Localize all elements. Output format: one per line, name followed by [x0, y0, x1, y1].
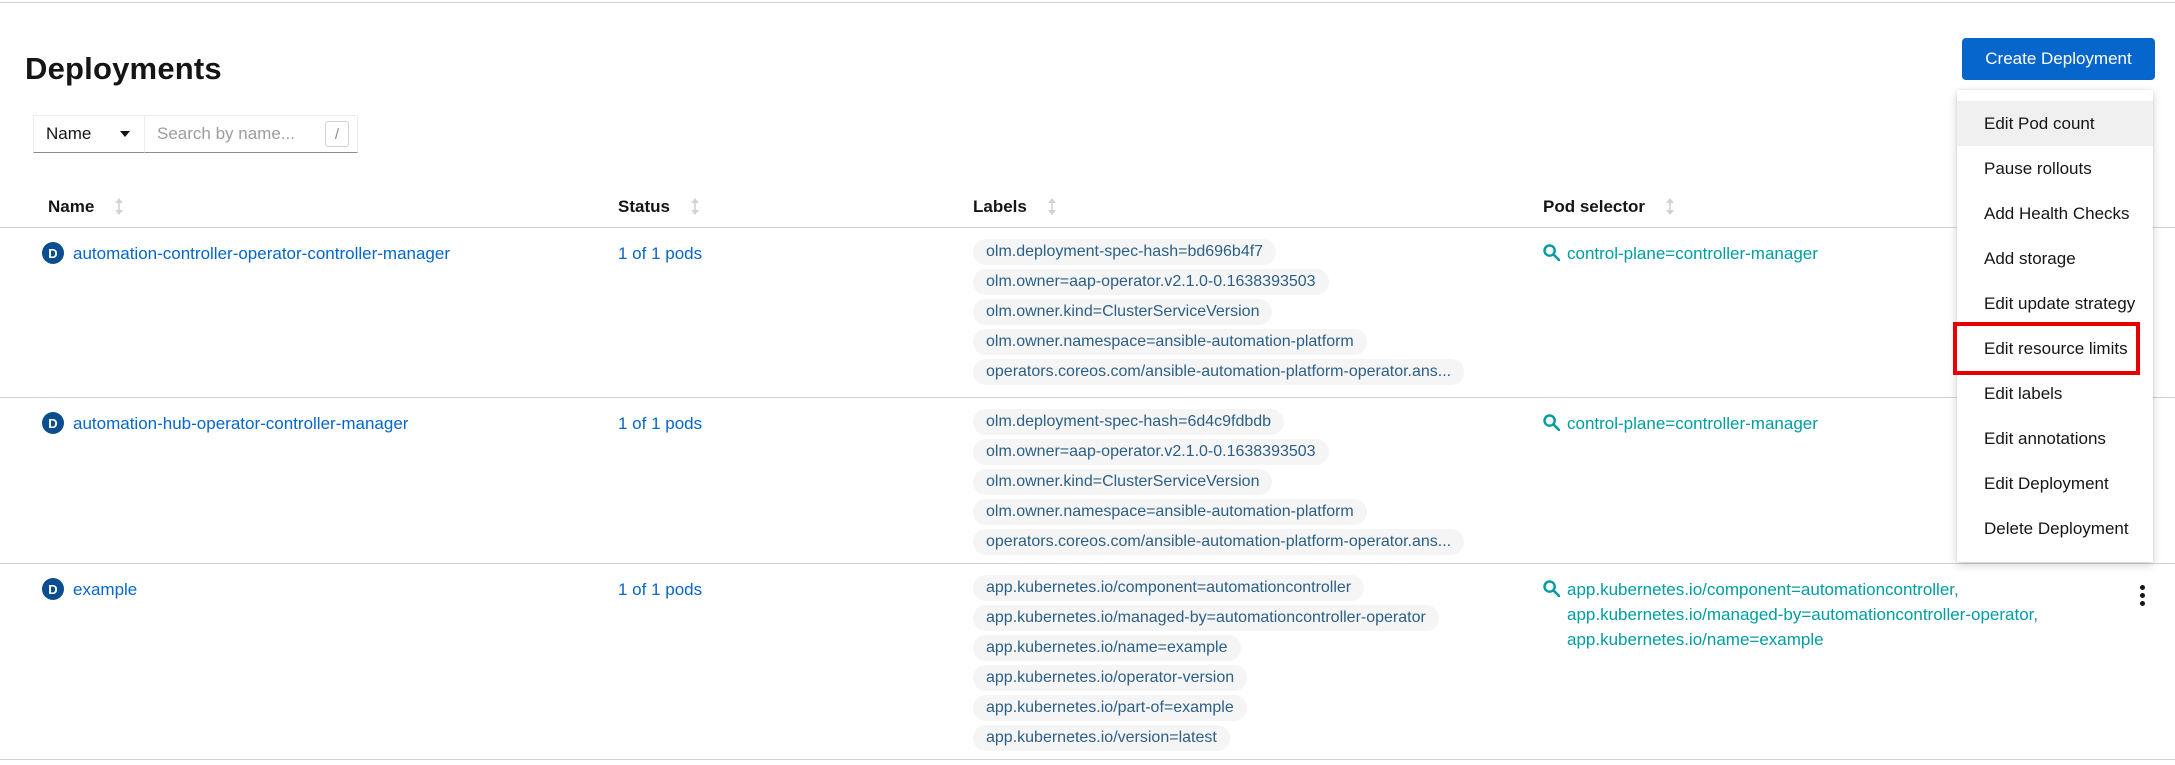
label-pill[interactable]: app.kubernetes.io/operator-version	[973, 665, 1247, 691]
pod-selector-line: app.kubernetes.io/component=automationco…	[1567, 577, 2038, 602]
pod-selector-line: control-plane=controller-manager	[1567, 411, 1818, 436]
pod-selector-line: control-plane=controller-manager	[1567, 241, 1818, 266]
menu-item-pause-rollouts[interactable]: Pause rollouts	[1957, 146, 2153, 191]
label-pill[interactable]: olm.owner.namespace=ansible-automation-p…	[973, 499, 1367, 525]
search-icon	[1543, 414, 1560, 431]
table-row: D automation-controller-operator-control…	[0, 228, 2175, 398]
sort-icon	[1665, 198, 1675, 215]
kebab-menu-icon[interactable]	[2134, 579, 2151, 612]
label-pill[interactable]: olm.deployment-spec-hash=6d4c9fdbdb	[973, 409, 1284, 435]
label-pill[interactable]: app.kubernetes.io/version=latest	[973, 725, 1230, 751]
label-pill[interactable]: olm.owner.kind=ClusterServiceVersion	[973, 299, 1272, 325]
sort-icon	[690, 198, 700, 215]
status-cell: 1 of 1 pods	[618, 241, 973, 266]
deployment-resource-icon: D	[42, 412, 64, 434]
label-pill[interactable]: app.kubernetes.io/component=automationco…	[973, 575, 1364, 601]
pod-selector-link[interactable]: control-plane=controller-manager	[1567, 411, 1818, 436]
column-header-status[interactable]: Status	[618, 197, 973, 217]
top-divider	[0, 2, 2175, 3]
table-header-row: Name Status Labels Pod selector	[0, 186, 2175, 228]
menu-item-edit-pod-count[interactable]: Edit Pod count	[1957, 101, 2153, 146]
table-row: D example 1 of 1 pods app.kubernetes.io/…	[0, 564, 2175, 760]
sort-icon	[1047, 198, 1057, 215]
pod-selector-cell: app.kubernetes.io/component=automationco…	[1543, 577, 2110, 652]
menu-item-edit-update-strategy[interactable]: Edit update strategy	[1957, 281, 2153, 326]
menu-item-add-storage[interactable]: Add storage	[1957, 236, 2153, 281]
search-icon	[1543, 244, 1560, 261]
deployments-table: Name Status Labels Pod selector D	[0, 186, 2175, 760]
deployment-name-link[interactable]: example	[73, 577, 137, 602]
filter-type-dropdown[interactable]: Name	[33, 115, 145, 153]
label-pill[interactable]: app.kubernetes.io/name=example	[973, 635, 1241, 661]
column-header-labels[interactable]: Labels	[973, 197, 1543, 217]
deployment-resource-icon: D	[42, 242, 64, 264]
label-pill[interactable]: operators.coreos.com/ansible-automation-…	[973, 359, 1464, 385]
keyboard-shortcut-badge: /	[325, 121, 349, 147]
label-pill[interactable]: operators.coreos.com/ansible-automation-…	[973, 529, 1464, 555]
menu-item-delete-deployment[interactable]: Delete Deployment	[1957, 506, 2153, 551]
table-body: D automation-controller-operator-control…	[0, 228, 2175, 760]
pod-selector-line: app.kubernetes.io/name=example	[1567, 627, 2038, 652]
label-pill[interactable]: olm.owner.kind=ClusterServiceVersion	[973, 469, 1272, 495]
filter-toolbar: Name /	[33, 115, 358, 153]
menu-item-edit-resource-limits[interactable]: Edit resource limits	[1957, 326, 2153, 371]
labels-cell: app.kubernetes.io/component=automationco…	[973, 575, 1543, 751]
name-cell: D automation-hub-operator-controller-man…	[0, 411, 618, 436]
menu-item-add-health-checks[interactable]: Add Health Checks	[1957, 191, 2153, 236]
search-icon	[1543, 580, 1560, 597]
pod-selector-line: app.kubernetes.io/managed-by=automationc…	[1567, 602, 2038, 627]
deployment-actions-menu: Edit Pod countPause rolloutsAdd Health C…	[1957, 90, 2153, 562]
table-row: D automation-hub-operator-controller-man…	[0, 398, 2175, 564]
page-title: Deployments	[25, 51, 222, 87]
search-input[interactable]	[145, 124, 325, 144]
sort-icon	[114, 198, 124, 215]
pods-status-link[interactable]: 1 of 1 pods	[618, 244, 702, 263]
pod-selector-link[interactable]: control-plane=controller-manager	[1567, 241, 1818, 266]
label-pill[interactable]: app.kubernetes.io/part-of=example	[973, 695, 1247, 721]
status-cell: 1 of 1 pods	[618, 411, 973, 436]
create-deployment-button[interactable]: Create Deployment	[1962, 38, 2155, 80]
name-cell: D example	[0, 577, 618, 602]
menu-item-edit-annotations[interactable]: Edit annotations	[1957, 416, 2153, 461]
label-pill[interactable]: olm.owner.namespace=ansible-automation-p…	[973, 329, 1367, 355]
menu-item-edit-deployment[interactable]: Edit Deployment	[1957, 461, 2153, 506]
deployment-name-link[interactable]: automation-controller-operator-controlle…	[73, 241, 450, 266]
label-pill[interactable]: olm.owner=aap-operator.v2.1.0-0.16383935…	[973, 439, 1329, 465]
pods-status-link[interactable]: 1 of 1 pods	[618, 414, 702, 433]
filter-type-label: Name	[46, 124, 91, 144]
labels-cell: olm.deployment-spec-hash=bd696b4f7 olm.ow…	[973, 239, 1543, 385]
label-pill[interactable]: app.kubernetes.io/managed-by=automationc…	[973, 605, 1439, 631]
label-pill[interactable]: olm.deployment-spec-hash=bd696b4f7	[973, 239, 1276, 265]
actions-cell	[2110, 577, 2175, 612]
status-cell: 1 of 1 pods	[618, 577, 973, 602]
pod-selector-link[interactable]: app.kubernetes.io/component=automationco…	[1567, 577, 2038, 652]
pods-status-link[interactable]: 1 of 1 pods	[618, 580, 702, 599]
chevron-down-icon	[120, 131, 130, 137]
labels-cell: olm.deployment-spec-hash=6d4c9fdbdb olm.o…	[973, 409, 1543, 555]
label-pill[interactable]: olm.owner=aap-operator.v2.1.0-0.16383935…	[973, 269, 1329, 295]
column-header-name[interactable]: Name	[0, 197, 618, 217]
menu-item-edit-labels[interactable]: Edit labels	[1957, 371, 2153, 416]
deployment-name-link[interactable]: automation-hub-operator-controller-manag…	[73, 411, 408, 436]
search-box: /	[145, 115, 358, 153]
deployment-resource-icon: D	[42, 578, 64, 600]
name-cell: D automation-controller-operator-control…	[0, 241, 618, 266]
